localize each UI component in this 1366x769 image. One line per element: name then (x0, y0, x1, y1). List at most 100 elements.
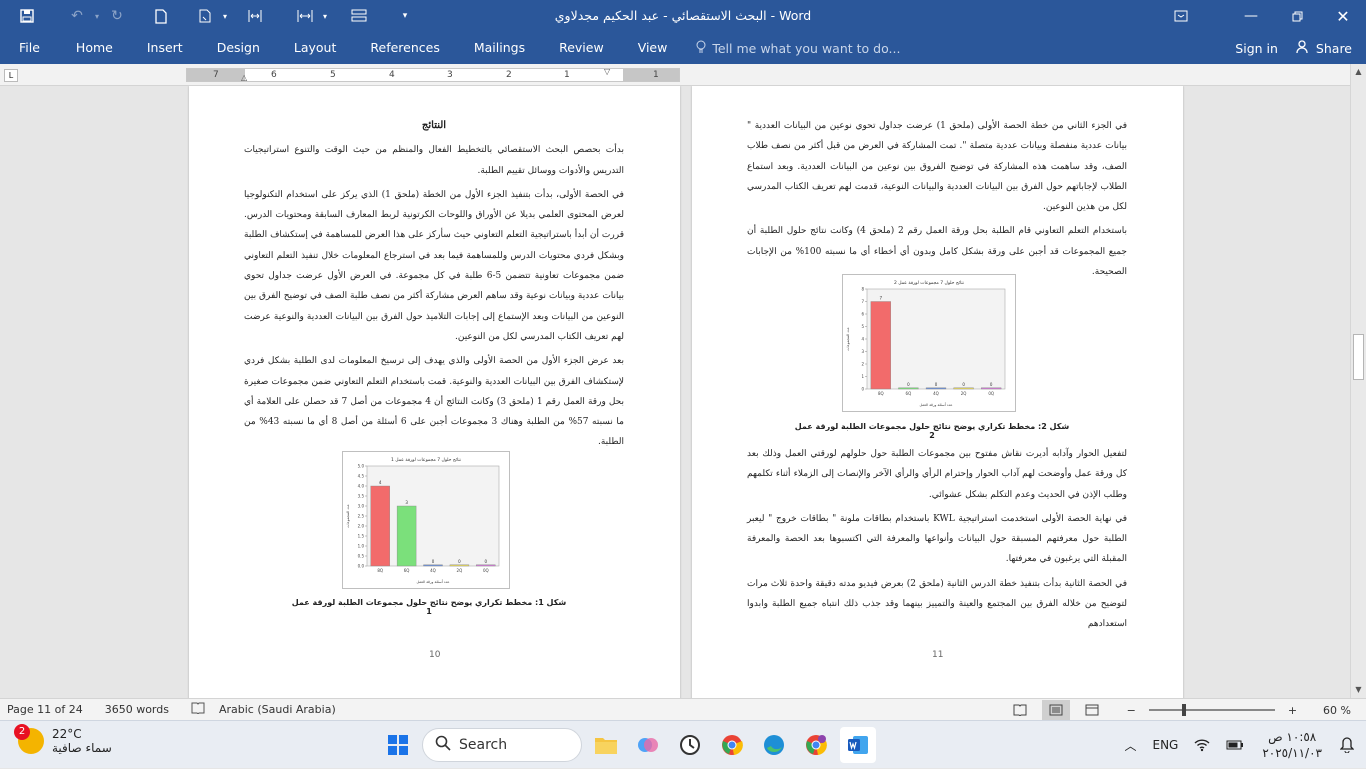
column-width-icon[interactable] (240, 0, 270, 32)
customize-toolbar-icon[interactable]: ▾ (390, 0, 420, 32)
touch-mode-icon[interactable] (190, 0, 220, 32)
show-hidden-icons-chevron-icon[interactable]: ︿ (1116, 737, 1144, 754)
data-label: 0 (990, 382, 993, 387)
vertical-scrollbar[interactable]: ▲ ▼ (1350, 64, 1366, 698)
tab-selector[interactable]: L (4, 69, 18, 82)
new-document-icon[interactable] (146, 0, 176, 32)
chart-figure-1[interactable]: نتائج حلول 7 مجموعات لورقة عمل 1 0.0 0.5 1.… (342, 451, 510, 589)
x-tick-label: 0Q (988, 391, 994, 396)
ruler-number: 6 (271, 70, 277, 80)
indent-marker-icon[interactable]: △ (241, 73, 247, 82)
paragraph: لتفعيل الحوار وآدابه أديرت نقاش مفتوح بي… (747, 449, 1127, 500)
chrome-icon[interactable] (714, 727, 750, 763)
language-indicator[interactable]: Arabic (Saudi Arabia) (212, 703, 343, 716)
sign-in-link[interactable]: Sign in (1221, 41, 1292, 56)
bar (370, 485, 390, 567)
tab-mailings[interactable]: Mailings (457, 35, 542, 61)
tab-file[interactable]: File (0, 35, 59, 61)
chart-figure-2[interactable]: نتائج حلول 7 مجموعات لورقة عمل 2 0 1 2 3 4 5 6 7… (842, 274, 1016, 412)
data-label: 0 (907, 382, 910, 387)
undo-icon[interactable]: ↶ (62, 0, 92, 32)
document-area[interactable]: النتائج بدأت بحصص البحث الاستقصائي بالتخ… (0, 86, 1350, 698)
ruler-number: 2 (506, 70, 512, 80)
scroll-up-icon[interactable]: ▲ (1351, 64, 1366, 80)
zoom-level[interactable]: 60 % (1316, 704, 1358, 717)
spacing-icon[interactable] (290, 0, 320, 32)
chart-title: نتائج حلول 7 مجموعات لورقة عمل 2 (894, 280, 964, 286)
tab-home[interactable]: Home (59, 35, 130, 61)
undo-dropdown-icon[interactable]: ▾ (92, 0, 102, 32)
clock-app-icon[interactable] (672, 727, 708, 763)
ruler-number: 1 (564, 70, 570, 80)
bar (870, 301, 891, 390)
zoom-slider[interactable] (1148, 704, 1275, 716)
ruler-bar: L 7 6 5 4 3 2 1 1 △ ▽ (0, 64, 1366, 86)
system-clock[interactable]: ١٠:٥٨ ص ٢٠٢٥/١١/٠٣ (1252, 729, 1332, 761)
tab-references[interactable]: References (353, 35, 456, 61)
proofing-status[interactable] (184, 702, 212, 717)
edge-icon[interactable] (756, 727, 792, 763)
y-tick-label: 5 (861, 324, 864, 329)
battery-plug-icon[interactable] (1218, 739, 1252, 751)
taskbar-search[interactable]: Search (422, 728, 582, 762)
input-language[interactable]: ENG (1144, 738, 1186, 752)
table-icon[interactable] (344, 0, 374, 32)
weather-widget[interactable]: 2 22°C سماء صافية (14, 724, 112, 755)
y-tick-label: 3.5 (358, 494, 365, 499)
proofing-book-icon (191, 702, 205, 717)
tab-view[interactable]: View (621, 35, 685, 61)
x-axis-label: عدد أسئلة ورقة العمل (919, 402, 952, 407)
page-right[interactable]: في الجزء الثاني من خطة الحصة الأولى (ملح… (692, 86, 1183, 698)
minimize-icon[interactable]: — (1228, 0, 1274, 32)
page-count[interactable]: Page 11 of 24 (0, 703, 90, 716)
word-count[interactable]: 3650 words (98, 703, 176, 716)
web-layout-icon[interactable] (1078, 704, 1106, 716)
paragraph: في نهاية الحصة الأولى استخدمت استراتيجية… (747, 513, 1127, 565)
start-button[interactable] (380, 727, 416, 763)
touch-mode-dropdown-icon[interactable]: ▾ (220, 0, 230, 32)
scrollbar-thumb[interactable] (1353, 334, 1364, 380)
y-tick-label: 4 (861, 337, 864, 342)
file-explorer-icon[interactable] (588, 727, 624, 763)
page-content: في الجزء الثاني من خطة الحصة الأولى (ملح… (747, 116, 1127, 286)
restore-icon[interactable] (1274, 0, 1320, 32)
zoom-in-icon[interactable]: + (1281, 704, 1304, 717)
y-tick-label: 7 (861, 299, 864, 304)
ribbon-tabs: File Home Insert Design Layout Reference… (0, 32, 1366, 64)
ribbon-display-options-icon[interactable] (1158, 0, 1204, 32)
wifi-icon[interactable] (1186, 738, 1218, 752)
tab-review[interactable]: Review (542, 35, 621, 61)
bar (423, 564, 443, 567)
results-heading: النتائج (421, 120, 447, 131)
page-left[interactable]: النتائج بدأت بحصص البحث الاستقصائي بالتخ… (189, 86, 680, 698)
save-icon[interactable] (12, 0, 42, 32)
x-tick-label: 2Q (961, 391, 967, 396)
ruler-number: 1 (653, 70, 659, 80)
indent-marker-icon[interactable]: ▽ (604, 67, 610, 76)
y-tick-label: 0.0 (358, 564, 365, 569)
close-icon[interactable]: ✕ (1320, 0, 1366, 32)
share-button[interactable]: Share (1292, 39, 1366, 57)
redo-icon[interactable]: ↻ (102, 0, 132, 32)
print-layout-icon[interactable] (1041, 700, 1070, 720)
status-bar: Page 11 of 24 3650 words Arabic (Saudi A… (0, 698, 1366, 720)
word-icon[interactable] (840, 727, 876, 763)
copilot-icon[interactable] (630, 727, 666, 763)
notifications-bell-icon[interactable] (1332, 737, 1366, 753)
tab-insert[interactable]: Insert (130, 35, 200, 61)
zoom-out-icon[interactable]: − (1120, 704, 1143, 717)
y-axis-label: عدد المجموعات (346, 504, 350, 528)
tell-me-box[interactable]: Tell me what you want to do... (696, 40, 900, 57)
paragraph: في الحصة الأولى، بدأت بتنفيذ الجزء الأول… (244, 189, 624, 342)
zoom-slider-knob[interactable] (1181, 704, 1186, 716)
chrome-profile-icon[interactable] (798, 727, 834, 763)
y-tick-label: 0 (861, 387, 864, 392)
tab-layout[interactable]: Layout (277, 35, 354, 61)
spacing-dropdown-icon[interactable]: ▾ (320, 0, 330, 32)
scroll-down-icon[interactable]: ▼ (1351, 682, 1366, 698)
read-mode-icon[interactable] (1006, 704, 1034, 716)
tab-design[interactable]: Design (200, 35, 277, 61)
bar (449, 564, 470, 567)
horizontal-ruler[interactable]: 7 6 5 4 3 2 1 1 △ ▽ (186, 67, 680, 82)
y-tick-label: 2.5 (358, 514, 365, 519)
